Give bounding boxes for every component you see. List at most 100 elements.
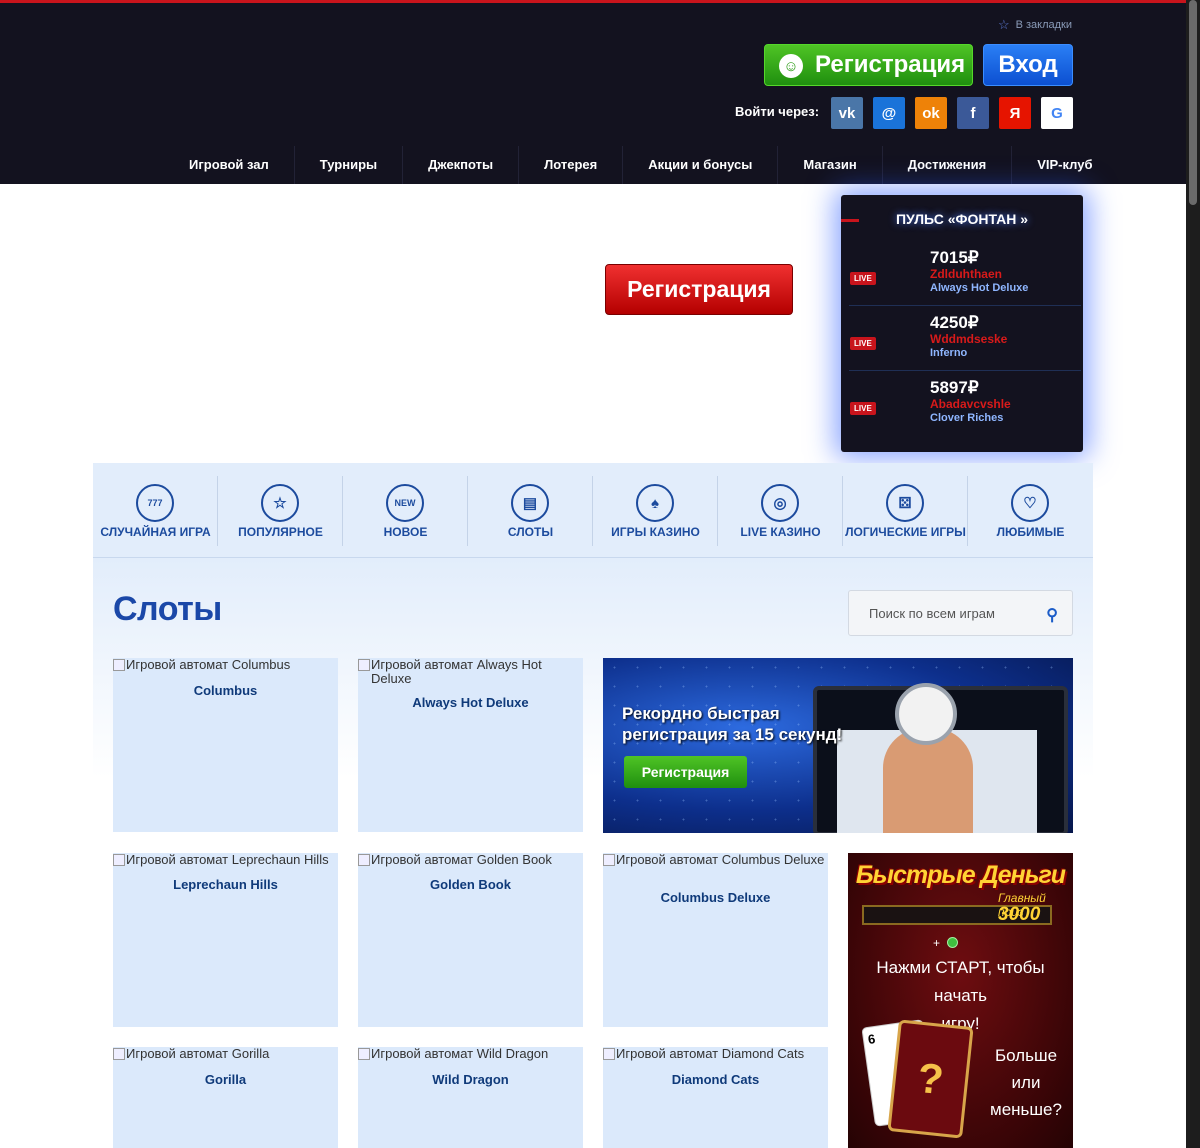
odnoklassniki-icon[interactable]: ok xyxy=(915,97,947,129)
win-user: Wddmdseske xyxy=(930,332,1008,346)
banner-headline: Рекордно быстрая регистрация за 15 секун… xyxy=(622,704,843,744)
pulse-title: ПУЛЬС «ФОНТАН » xyxy=(895,211,1029,227)
game-tile[interactable]: Игровой автомат Columbus Columbus xyxy=(113,658,338,832)
scrollbar-thumb[interactable] xyxy=(1189,0,1197,205)
game-name[interactable]: Gorilla xyxy=(113,1072,338,1087)
login-via-label: Войти через: xyxy=(735,104,820,119)
search-icon[interactable]: ⚲ xyxy=(1046,605,1058,625)
broken-image-icon xyxy=(603,1048,615,1060)
category-label: ПОПУЛЯРНОЕ xyxy=(238,525,323,539)
nav-item-lottery[interactable]: Лотерея xyxy=(519,146,624,184)
bookmark-link[interactable]: ☆ В закладки xyxy=(998,17,1072,33)
game-image[interactable]: Игровой автомат Always Hot Deluxe xyxy=(358,658,583,686)
search-input[interactable] xyxy=(849,591,1039,635)
category-label: ИГРЫ КАЗИНО xyxy=(611,525,700,539)
nav-item-jackpots[interactable]: Джекпоты xyxy=(403,146,520,184)
prize-value: 3000 xyxy=(998,904,1041,925)
category-favorites[interactable]: ♡ ЛЮБИМЫЕ xyxy=(968,476,1093,546)
win-entry[interactable]: LIVE 5897₽ Abadavcvshle Clover Riches xyxy=(849,372,1081,436)
win-game[interactable]: Always Hot Deluxe xyxy=(930,282,1028,294)
registration-banner[interactable]: Рекордно быстрая регистрация за 15 секун… xyxy=(603,658,1073,833)
broken-image-icon xyxy=(113,659,125,671)
social-login-list: vk @ ok f Я G xyxy=(831,97,1073,129)
register-button[interactable]: ☺ Регистрация xyxy=(764,44,973,86)
nav-item-shop[interactable]: Магазин xyxy=(778,146,883,184)
category-label: СЛОТЫ xyxy=(507,525,554,539)
win-amount: 4250₽ xyxy=(930,313,979,332)
quick-money-promo[interactable]: Быстрые Деньги Главный приз 3000 + Нажми… xyxy=(848,853,1073,1148)
game-tile[interactable]: Игровой автомат Diamond Cats Diamond Cat… xyxy=(603,1047,828,1148)
game-tile[interactable]: Игровой автомат Golden Book Golden Book xyxy=(358,853,583,1027)
facebook-icon[interactable]: f xyxy=(957,97,989,129)
register-icon: ☺ xyxy=(779,54,803,78)
win-game[interactable]: Clover Riches xyxy=(930,412,1003,424)
game-image[interactable]: Игровой автомат Diamond Cats xyxy=(603,1047,828,1061)
main-nav: Игровой зал Турниры Джекпоты Лотерея Акц… xyxy=(164,146,1117,184)
win-entry[interactable]: LIVE 7015₽ Zdlduhthaen Always Hot Deluxe xyxy=(849,242,1081,306)
vk-icon[interactable]: vk xyxy=(831,97,863,129)
category-bar: 777 СЛУЧАЙНАЯ ИГРА ☆ ПОПУЛЯРНОЕ NEW НОВО… xyxy=(93,463,1093,558)
heart-icon: ♡ xyxy=(1011,484,1049,522)
game-tile[interactable]: Игровой автомат Always Hot Deluxe Always… xyxy=(358,658,583,832)
game-image[interactable]: Игровой автомат Columbus xyxy=(113,658,338,672)
hero-register-label: Регистрация xyxy=(627,276,771,302)
google-icon[interactable]: G xyxy=(1041,97,1073,129)
banner-register-button[interactable]: Регистрация xyxy=(624,756,747,788)
nav-item-promotions[interactable]: Акции и бонусы xyxy=(623,146,779,184)
game-image[interactable]: Игровой автомат Golden Book xyxy=(358,853,583,867)
nav-item-tournaments[interactable]: Турниры xyxy=(295,146,404,184)
game-tile[interactable]: Игровой автомат Leprechaun Hills Leprech… xyxy=(113,853,338,1027)
game-name[interactable]: Wild Dragon xyxy=(358,1072,583,1087)
register-label: Регистрация xyxy=(815,51,966,78)
cards-icon: ♠ xyxy=(636,484,674,522)
game-image[interactable]: Игровой автомат Leprechaun Hills xyxy=(113,853,338,867)
category-casino-games[interactable]: ♠ ИГРЫ КАЗИНО xyxy=(593,476,718,546)
game-tile[interactable]: Игровой автомат Wild Dragon Wild Dragon xyxy=(358,1047,583,1148)
slot-machine-icon: ▤ xyxy=(511,484,549,522)
page-scrollbar[interactable] xyxy=(1186,0,1200,1148)
win-entry[interactable]: LIVE 4250₽ Wddmdseske Inferno xyxy=(849,307,1081,371)
nav-item-vip-club[interactable]: VIP-клуб xyxy=(1012,146,1117,184)
game-image[interactable]: Игровой автомат Columbus Deluxe xyxy=(603,853,828,867)
category-logic-games[interactable]: ⚄ ЛОГИЧЕСКИЕ ИГРЫ xyxy=(843,476,968,546)
win-game[interactable]: Inferno xyxy=(930,347,967,359)
nav-item-game-hall[interactable]: Игровой зал xyxy=(164,146,295,184)
game-tile[interactable]: Игровой автомат Gorilla Gorilla xyxy=(113,1047,338,1148)
game-image[interactable]: Игровой автомат Wild Dragon xyxy=(358,1047,583,1061)
promo-more-or-less: Больше или меньше? xyxy=(990,1046,1062,1119)
mailru-icon[interactable]: @ xyxy=(873,97,905,129)
game-tile[interactable]: Игровой автомат Columbus Deluxe Columbus… xyxy=(603,853,828,1027)
category-label: LIVE КАЗИНО xyxy=(740,525,821,539)
game-image[interactable]: Игровой автомат Gorilla xyxy=(113,1047,338,1061)
game-name[interactable]: Diamond Cats xyxy=(603,1072,828,1087)
nav-item-achievements[interactable]: Достижения xyxy=(883,146,1013,184)
category-label: СЛУЧАЙНАЯ ИГРА xyxy=(100,525,211,539)
live-badge: LIVE xyxy=(850,272,876,285)
category-new[interactable]: NEW НОВОЕ xyxy=(343,476,468,546)
login-label: Вход xyxy=(998,51,1058,78)
live-badge: LIVE xyxy=(850,402,876,415)
game-name[interactable]: Columbus xyxy=(113,683,338,698)
pulse-panel: ПУЛЬС «ФОНТАН » LIVE 7015₽ Zdlduhthaen A… xyxy=(841,195,1083,452)
category-live-casino[interactable]: ◎ LIVE КАЗИНО xyxy=(718,476,843,546)
card-back-icon: ? xyxy=(887,1019,974,1139)
broken-image-icon xyxy=(113,854,125,866)
hero-register-button[interactable]: Регистрация xyxy=(605,264,793,315)
game-name[interactable]: Golden Book xyxy=(358,877,583,892)
game-name[interactable]: Leprechaun Hills xyxy=(113,877,338,892)
category-slots[interactable]: ▤ СЛОТЫ xyxy=(468,476,593,546)
plus-sign: + xyxy=(933,936,941,950)
search-box: ⚲ xyxy=(848,590,1073,636)
category-label: НОВОЕ xyxy=(383,525,428,539)
game-name[interactable]: Always Hot Deluxe xyxy=(358,695,583,710)
win-amount: 7015₽ xyxy=(930,248,979,267)
category-popular[interactable]: ☆ ПОПУЛЯРНОЕ xyxy=(218,476,343,546)
login-button[interactable]: Вход xyxy=(983,44,1073,86)
page-title: Слоты xyxy=(113,590,222,628)
category-random-game[interactable]: 777 СЛУЧАЙНАЯ ИГРА xyxy=(93,476,218,546)
game-name[interactable]: Columbus Deluxe xyxy=(603,890,828,905)
new-icon: NEW xyxy=(386,484,424,522)
yandex-icon[interactable]: Я xyxy=(999,97,1031,129)
category-label: ЛЮБИМЫЕ xyxy=(996,525,1065,539)
broken-image-icon xyxy=(358,1048,370,1060)
